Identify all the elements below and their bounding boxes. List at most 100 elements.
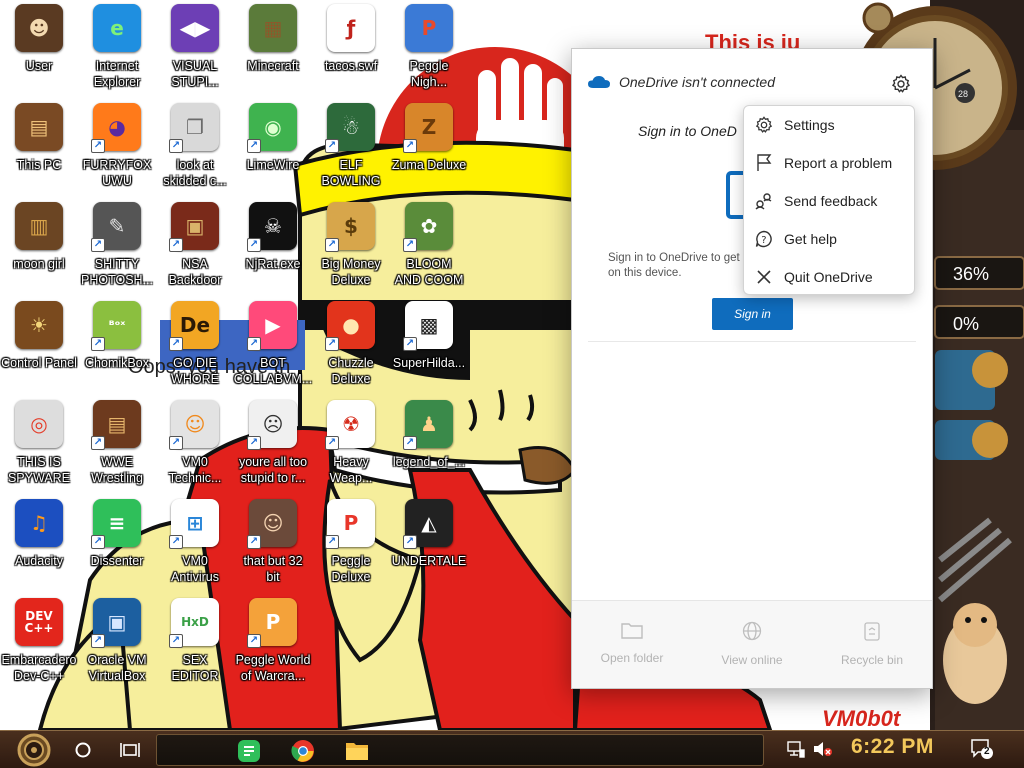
- desktop-icon[interactable]: ◎ THIS IS SPYWARE: [0, 400, 78, 496]
- desktop-icon[interactable]: ▣ ↗ Oracle VM VirtualBox: [78, 598, 156, 694]
- menu-item-label: Report a problem: [784, 155, 893, 171]
- open-folder-button[interactable]: Open folder: [582, 621, 682, 665]
- desktop-icon[interactable]: ☺ ↗ VM0 Technic...: [156, 400, 234, 496]
- desktop-icon[interactable]: ᴮᵒˣ ↗ ChomikBox: [78, 301, 156, 397]
- desktop-icon-label: Internet Explorer: [93, 59, 141, 89]
- app-icon: ☃ ↗: [325, 103, 375, 153]
- taskbar-chrome[interactable]: [287, 735, 319, 767]
- recycle-bin-button[interactable]: Recycle bin: [822, 621, 922, 667]
- desktop-icon-label: Minecraft: [247, 59, 299, 73]
- desktop-icon[interactable]: ◭ ↗ UNDERTALE: [390, 499, 468, 595]
- taskbar-dissenter[interactable]: [233, 735, 265, 767]
- desktop-icon[interactable]: ◕ ↗ FURRYFOX UWU: [78, 103, 156, 199]
- onedrive-sign-in-button[interactable]: Sign in: [712, 298, 793, 330]
- chrome-icon: [291, 740, 314, 762]
- desktop-icon[interactable]: ☹ ↗ youre all too stupid to r...: [234, 400, 312, 496]
- taskbar-file-explorer[interactable]: [341, 735, 373, 767]
- network-icon[interactable]: [787, 740, 805, 762]
- desktop-icon-label: ELF BOWLING: [321, 158, 381, 188]
- desktop-icon[interactable]: P Peggle Nigh...: [390, 4, 468, 100]
- shortcut-arrow-icon: ↗: [403, 436, 417, 450]
- desktop-icon[interactable]: ▣ ↗ NSA Backdoor: [156, 202, 234, 298]
- app-icon: ᴮᵒˣ ↗: [91, 301, 141, 351]
- desktop-icon[interactable]: DEV C++ Embarcadero Dev-C++: [0, 598, 78, 694]
- view-online-button[interactable]: View online: [702, 621, 802, 667]
- app-icon: ☺ ↗: [247, 499, 297, 549]
- desktop-icon[interactable]: ◉ ↗ LimeWire: [234, 103, 312, 199]
- menu-item-get-help[interactable]: ? Get help: [744, 220, 914, 258]
- desktop-icon[interactable]: ✎ ↗ SHITTY PHOTOSH...: [78, 202, 156, 298]
- shortcut-arrow-icon: ↗: [91, 139, 105, 153]
- desktop-icon[interactable]: P ↗ Peggle World of Warcra...: [234, 598, 312, 694]
- help-icon: ?: [744, 230, 784, 248]
- desktop-icon-label: Big Money Deluxe: [321, 257, 381, 287]
- start-button[interactable]: [12, 732, 56, 768]
- shortcut-arrow-icon: ↗: [247, 139, 261, 153]
- gear-icon: [744, 116, 784, 134]
- desktop-icon[interactable]: ▤ ↗ WWE Wrestling: [78, 400, 156, 496]
- menu-item-label: Settings: [784, 117, 835, 133]
- shortcut-arrow-icon: ↗: [247, 337, 261, 351]
- app-icon: ❐ ↗: [169, 103, 219, 153]
- desktop-icon-label: Embarcadero Dev-C++: [1, 653, 77, 683]
- desktop-icon[interactable]: ❐ ↗ look at skidded c...: [156, 103, 234, 199]
- onedrive-divider: [588, 341, 916, 342]
- desktop-icon-label: legend_of_...: [392, 455, 466, 469]
- steampunk-start-icon: [17, 733, 51, 767]
- desktop-icon[interactable]: ✿ ↗ BLOOM AND COOM: [390, 202, 468, 298]
- menu-item-quit-onedrive[interactable]: Quit OneDrive: [744, 258, 914, 296]
- desktop-icon[interactable]: ⊞ ↗ VM0 Antivirus: [156, 499, 234, 595]
- task-view-button[interactable]: [114, 734, 146, 766]
- menu-item-send-feedback[interactable]: Send feedback: [744, 182, 914, 220]
- desktop-icon[interactable]: ♫ Audacity: [0, 499, 78, 595]
- desktop-icon[interactable]: ● ↗ Chuzzle Deluxe: [312, 301, 390, 397]
- desktop-icon-label: GO DIE WHORE: [171, 356, 219, 386]
- desktop-icon[interactable]: $ ↗ Big Money Deluxe: [312, 202, 390, 298]
- desktop-icon[interactable]: ☻ User: [0, 4, 78, 100]
- desktop-icon[interactable]: ☠ ↗ NjRat.exe: [234, 202, 312, 298]
- desktop-icon[interactable]: ▥ moon girl: [0, 202, 78, 298]
- desktop-icon[interactable]: ♟ ↗ legend_of_...: [390, 400, 468, 496]
- taskbar-apps: [156, 734, 764, 766]
- onedrive-title: OneDrive isn't connected: [619, 74, 775, 90]
- search-button[interactable]: [67, 734, 99, 766]
- menu-item-report-a-problem[interactable]: Report a problem: [744, 144, 914, 182]
- onedrive-settings-gear-icon[interactable]: [888, 71, 914, 97]
- desktop-icon-label: tacos.swf: [324, 59, 378, 73]
- desktop-icon[interactable]: ≡ ↗ Dissenter: [78, 499, 156, 595]
- desktop-icon-label: User: [25, 59, 53, 73]
- shortcut-arrow-icon: ↗: [403, 238, 417, 252]
- app-icon: De ↗: [169, 301, 219, 351]
- desktop-icon[interactable]: HxD ↗ SEX EDITOR: [156, 598, 234, 694]
- desktop-icon[interactable]: De ↗ GO DIE WHORE: [156, 301, 234, 397]
- desktop-icon[interactable]: ▤ This PC: [0, 103, 78, 199]
- desktop-icon[interactable]: P ↗ Peggle Deluxe: [312, 499, 390, 595]
- shortcut-arrow-icon: ↗: [403, 337, 417, 351]
- app-icon: HxD ↗: [169, 598, 219, 648]
- app-icon: ✎ ↗: [91, 202, 141, 252]
- desktop-icon[interactable]: ☃ ↗ ELF BOWLING: [312, 103, 390, 199]
- app-icon: ⊞ ↗: [169, 499, 219, 549]
- volume-muted-icon[interactable]: [813, 740, 833, 762]
- onedrive-cloud-icon: [588, 74, 610, 93]
- desktop-icon-label: NjRat.exe: [245, 257, 301, 271]
- app-icon: ▥: [15, 202, 63, 250]
- desktop-icon[interactable]: Z ↗ Zuma Deluxe: [390, 103, 468, 199]
- menu-item-settings[interactable]: Settings: [744, 106, 914, 144]
- desktop-icon[interactable]: ◀▶ VISUAL STUPI...: [156, 4, 234, 100]
- desktop-icon[interactable]: ☀ Control Panel: [0, 301, 78, 397]
- notification-center-button[interactable]: 2: [971, 739, 993, 763]
- desktop-icon[interactable]: ƒ tacos.swf: [312, 4, 390, 100]
- shortcut-arrow-icon: ↗: [169, 535, 183, 549]
- desktop-icon[interactable]: ▩ ↗ SuperHilda...: [390, 301, 468, 397]
- shortcut-arrow-icon: ↗: [325, 337, 339, 351]
- desktop-icon[interactable]: ▦ Minecraft: [234, 4, 312, 100]
- gauge-ram: 0%: [934, 305, 1024, 339]
- desktop-icon[interactable]: ▶ ↗ BOT COLLABVM...: [234, 301, 312, 397]
- desktop-icon[interactable]: ☺ ↗ that but 32 bit: [234, 499, 312, 595]
- desktop-icon[interactable]: ☢ ↗ Heavy Weap...: [312, 400, 390, 496]
- shortcut-arrow-icon: ↗: [91, 238, 105, 252]
- desktop-icon[interactable]: e Internet Explorer: [78, 4, 156, 100]
- taskbar-clock[interactable]: 6:22 PM: [851, 735, 934, 759]
- desktop-icon-label: This PC: [16, 158, 62, 172]
